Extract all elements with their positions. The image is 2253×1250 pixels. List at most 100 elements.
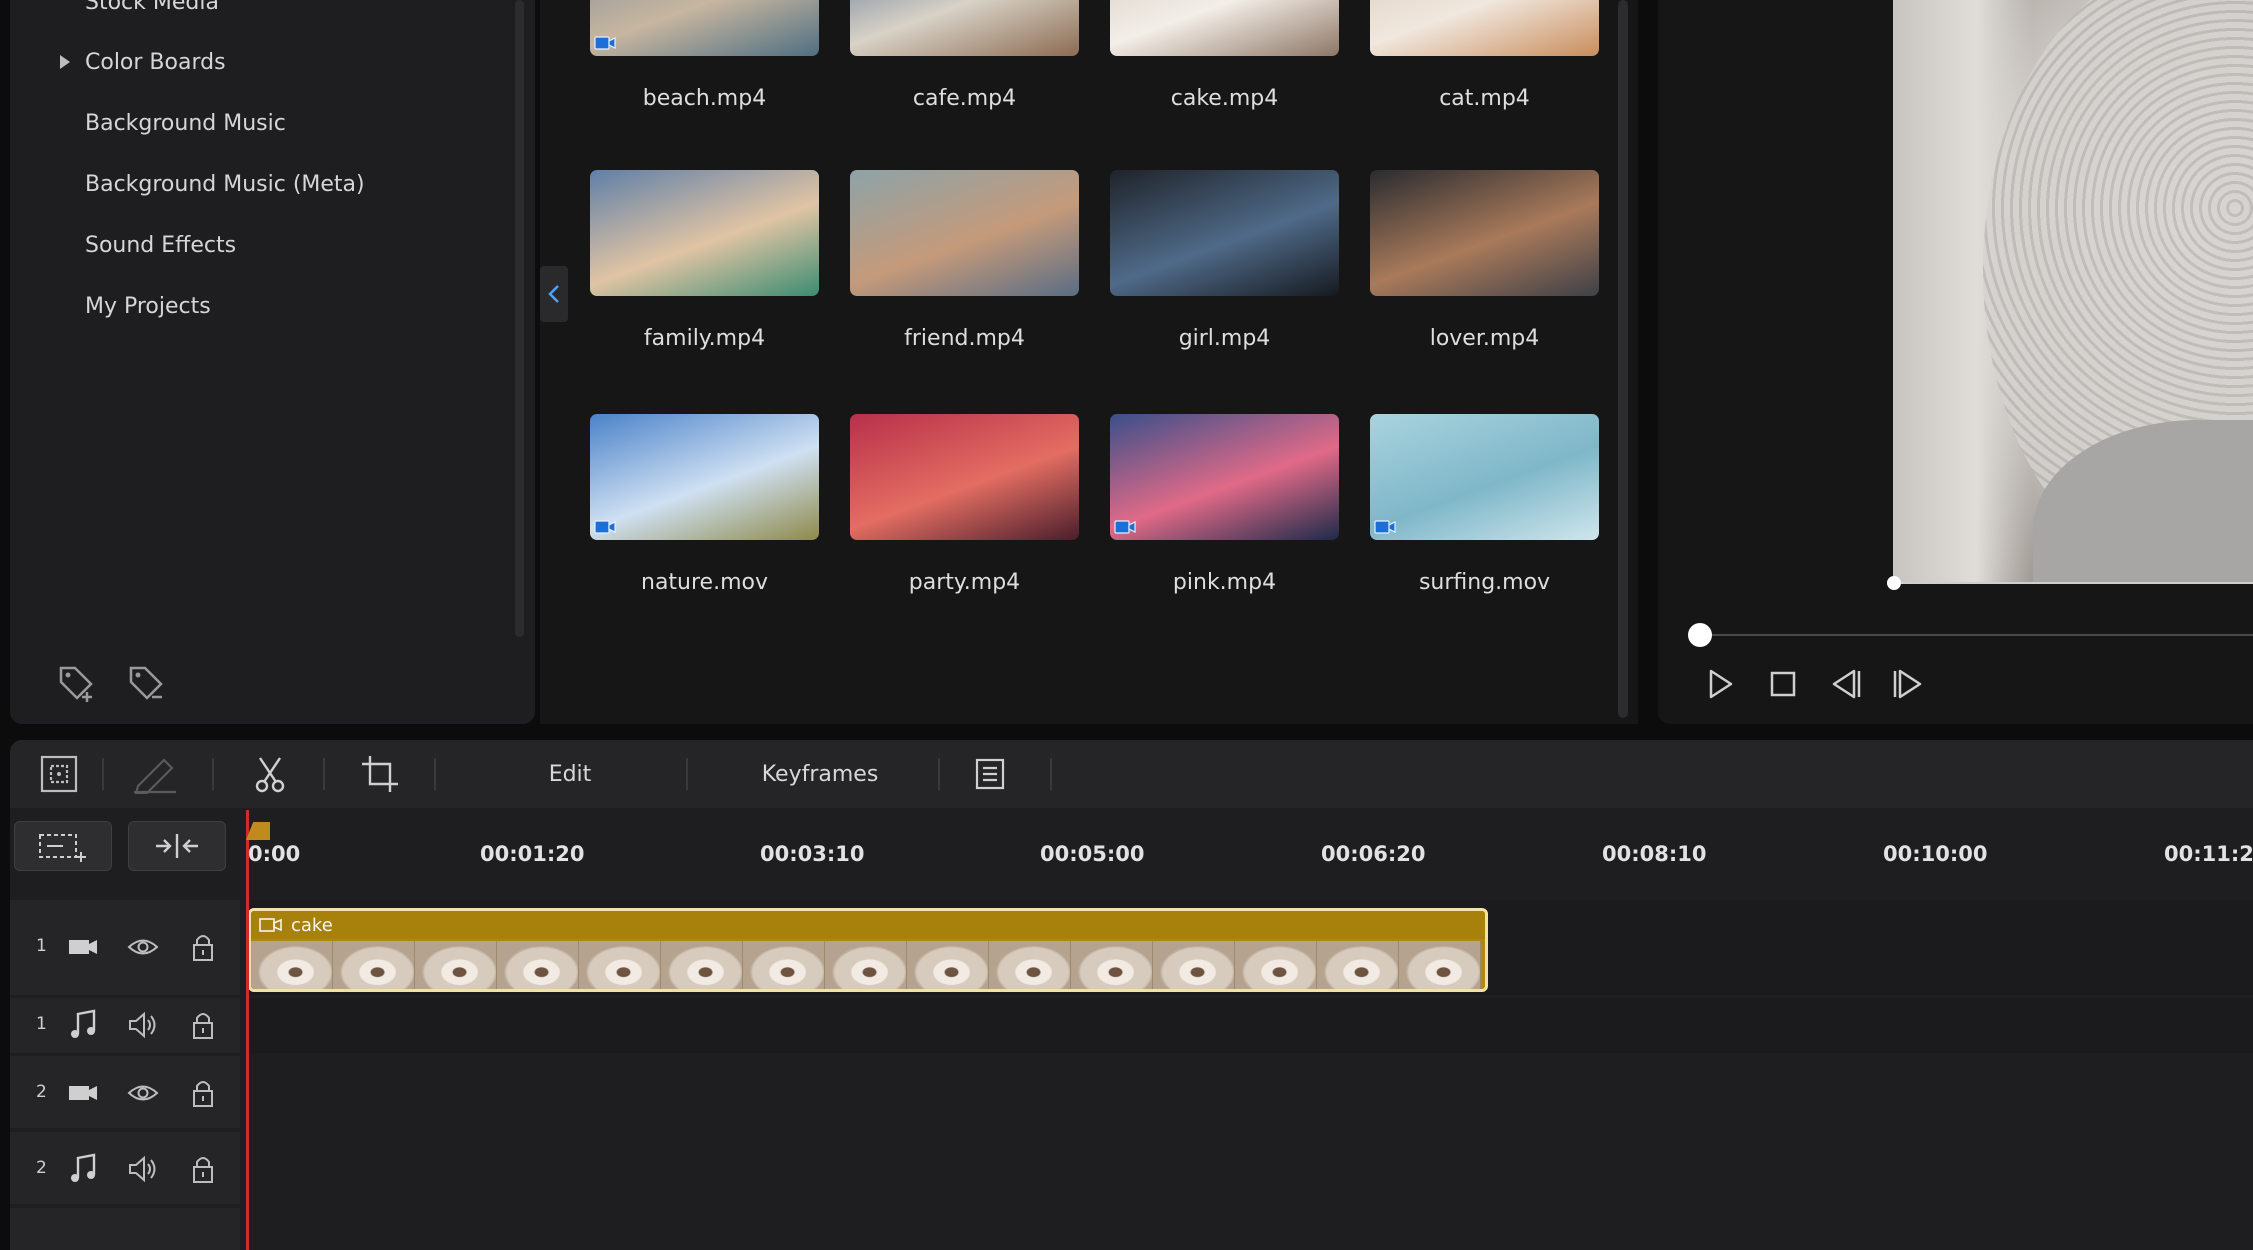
video-camera-icon <box>66 1076 100 1110</box>
eye-icon[interactable] <box>126 1076 160 1110</box>
music-note-icon <box>66 1152 100 1186</box>
add-track-icon <box>39 834 86 862</box>
next-frame-button[interactable] <box>1888 664 1928 704</box>
track-header-video-1: 1 <box>10 900 240 995</box>
expand-arrow-icon[interactable] <box>60 55 70 69</box>
media-filename: girl.mp4 <box>1178 326 1271 351</box>
media-thumbnail[interactable] <box>1370 170 1599 296</box>
media-filename: cake.mp4 <box>1170 86 1279 111</box>
clip-frame <box>333 941 415 989</box>
media-thumbnail[interactable] <box>1110 170 1339 296</box>
media-thumbnail[interactable] <box>1110 414 1339 540</box>
media-browser: beach.mp4 cafe.mp4 cake.mp4 cat.mp4 family.m… <box>540 0 1638 724</box>
speaker-icon[interactable] <box>126 1152 160 1186</box>
timeline-clip-cake[interactable]: cake <box>248 908 1488 992</box>
add-track-button[interactable] <box>14 821 112 871</box>
library-scrollbar[interactable] <box>515 0 524 637</box>
clip-frame <box>1071 941 1153 989</box>
list-icon <box>975 758 1005 790</box>
preview-panel <box>1658 0 2253 724</box>
library-item-sound-effects[interactable]: Sound Effects <box>85 233 236 258</box>
pen-tool-button[interactable] <box>128 752 182 796</box>
preview-scrubber-track[interactable] <box>1698 634 2253 636</box>
music-note-icon <box>66 1008 100 1042</box>
frame-resize-handle[interactable] <box>1887 576 1901 590</box>
ruler-label: 00:10:00 <box>1883 842 1988 866</box>
clip-frame <box>1317 941 1399 989</box>
clip-frame <box>415 941 497 989</box>
clip-frame <box>251 941 333 989</box>
media-thumbnail[interactable] <box>1370 414 1599 540</box>
lock-icon[interactable] <box>186 930 220 964</box>
track-header-video-2: 2 <box>10 1056 240 1128</box>
lock-icon[interactable] <box>186 1152 220 1186</box>
library-item-color-boards[interactable]: Color Boards <box>85 50 226 75</box>
track-number: 1 <box>36 1014 47 1034</box>
media-filename: party.mp4 <box>908 570 1021 595</box>
eye-icon[interactable] <box>126 930 160 964</box>
clip-frame <box>907 941 989 989</box>
select-tool-button[interactable] <box>36 752 82 796</box>
previous-frame-button[interactable] <box>1826 664 1866 704</box>
track-lane-video-2[interactable] <box>246 1056 2253 1128</box>
media-thumbnail[interactable] <box>850 414 1079 540</box>
lock-icon[interactable] <box>186 1076 220 1110</box>
clip-frame <box>1153 941 1235 989</box>
remove-tag-icon[interactable] <box>125 662 169 702</box>
select-frame-icon <box>40 755 78 793</box>
clip-frame <box>1399 941 1481 989</box>
track-lane-audio-1[interactable] <box>246 998 2253 1053</box>
library-item-background-music-meta[interactable]: Background Music (Meta) <box>85 172 365 197</box>
media-thumbnail[interactable] <box>850 0 1079 56</box>
stop-button[interactable] <box>1763 664 1803 704</box>
lock-icon[interactable] <box>186 1008 220 1042</box>
library-item-stock-media[interactable]: Stock Media <box>85 0 219 15</box>
clip-name: cake <box>291 914 333 936</box>
library-item-my-projects[interactable]: My Projects <box>85 294 211 319</box>
keyframes-button[interactable]: Keyframes <box>755 752 885 796</box>
clip-frame <box>579 941 661 989</box>
ruler-label: 0:00 <box>248 842 301 866</box>
ruler-label: 00:06:20 <box>1321 842 1426 866</box>
snap-icon <box>156 834 198 858</box>
timeline-toolbar: Edit Keyframes <box>10 740 2253 808</box>
media-filename: family.mp4 <box>643 326 766 351</box>
play-icon <box>1709 669 1733 699</box>
frame-border-line <box>1894 582 2253 584</box>
video-badge-icon <box>1374 519 1396 535</box>
media-thumbnail[interactable] <box>590 0 819 56</box>
media-scrollbar[interactable] <box>1618 0 1628 718</box>
media-filename: friend.mp4 <box>904 326 1025 351</box>
speaker-icon[interactable] <box>126 1008 160 1042</box>
video-badge-icon <box>1114 519 1136 535</box>
split-button[interactable] <box>250 752 290 796</box>
media-filename: pink.mp4 <box>1172 570 1277 595</box>
preview-video-frame[interactable] <box>1893 0 2253 582</box>
media-thumbnail[interactable] <box>590 170 819 296</box>
media-thumbnail[interactable] <box>590 414 819 540</box>
chevron-left-icon <box>548 285 559 303</box>
media-thumbnail[interactable] <box>1110 0 1339 56</box>
track-number: 1 <box>36 936 47 956</box>
track-lane-audio-2[interactable] <box>246 1132 2253 1204</box>
edit-button[interactable]: Edit <box>530 752 610 796</box>
ruler-label: 00:08:10 <box>1602 842 1707 866</box>
add-tag-icon[interactable] <box>55 662 99 702</box>
media-thumbnail[interactable] <box>1370 0 1599 56</box>
media-thumbnail[interactable] <box>850 170 1079 296</box>
play-button[interactable] <box>1700 664 1740 704</box>
library-item-background-music[interactable]: Background Music <box>85 111 286 136</box>
clip-video-icon <box>259 918 282 932</box>
crop-button[interactable] <box>360 752 400 796</box>
clip-frame <box>743 941 825 989</box>
clip-frame <box>989 941 1071 989</box>
preview-scrubber-knob[interactable] <box>1688 623 1712 647</box>
clip-frame <box>661 941 743 989</box>
ruler-label: 00:11:20 <box>2164 842 2253 866</box>
toolbar-separator <box>212 758 214 790</box>
collapse-panel-button[interactable] <box>540 266 568 322</box>
markers-button[interactable] <box>970 752 1010 796</box>
track-number: 2 <box>36 1158 47 1178</box>
playhead-line[interactable] <box>246 810 249 1250</box>
snap-button[interactable] <box>128 821 226 871</box>
